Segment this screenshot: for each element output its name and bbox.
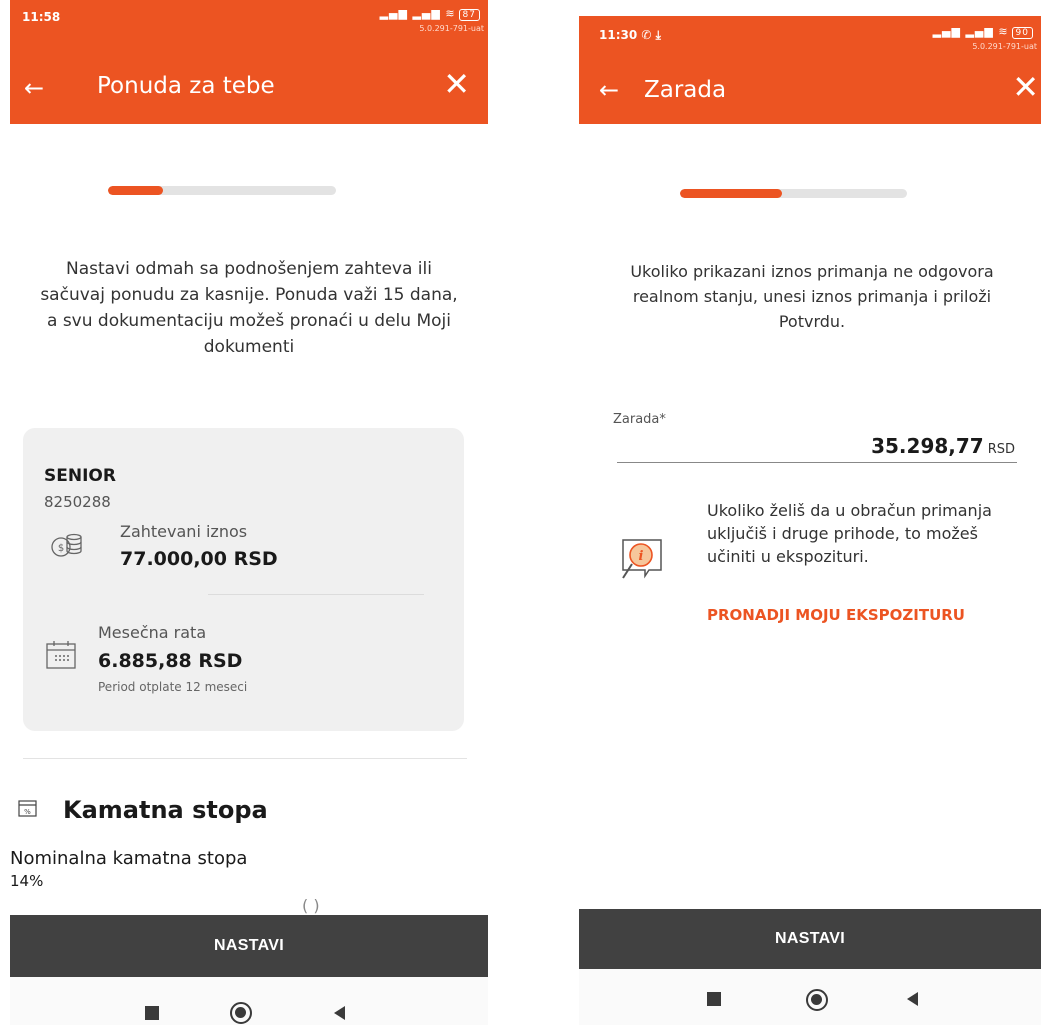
product-name: SENIOR — [44, 466, 116, 486]
requested-amount-label: Zahtevani iznos — [120, 522, 248, 541]
nominal-rate-value: 14% — [10, 872, 44, 890]
step-progress-fill — [108, 186, 163, 195]
monthly-installment-label: Mesečna rata — [98, 623, 207, 642]
info-magnifier-icon: i — [622, 539, 662, 579]
calendar-icon — [46, 641, 76, 669]
status-time: 11:58 — [22, 10, 61, 24]
salary-value: 35.298,77 — [871, 434, 984, 458]
nav-back-icon[interactable] — [907, 992, 918, 1006]
battery-icon: 87 — [458, 9, 480, 21]
product-code: 8250288 — [44, 493, 111, 511]
svg-text:%: % — [24, 808, 31, 816]
app-bar: 11:58 ▂▄▆ ▂▄▆ ≋ 87 5.0.291-791-uat ← Ponu… — [10, 0, 488, 124]
home-icon[interactable] — [806, 989, 828, 1011]
salary-field-label: Zarada* — [613, 412, 666, 427]
app-version: 5.0.291-791-uat — [972, 42, 1037, 51]
page-title: Ponuda za tebe — [97, 73, 275, 99]
offer-screen: 11:58 ▂▄▆ ▂▄▆ ≋ 87 5.0.291-791-uat ← Ponu… — [10, 0, 488, 1025]
system-nav-bar — [579, 969, 1041, 1025]
salary-field-underline — [617, 462, 1017, 463]
svg-text:i: i — [639, 549, 644, 564]
system-nav-bar — [10, 977, 488, 1025]
intro-text: Ukoliko prikazani iznos primanja ne odgo… — [630, 262, 994, 331]
status-icons: ▂▄▆ ▂▄▆ ≋ 87 — [380, 7, 480, 21]
page-title: Zarada — [644, 77, 727, 103]
repayment-period: Period otplate 12 meseci — [98, 680, 248, 694]
app-version: 5.0.291-791-uat — [419, 24, 484, 33]
step-progress — [108, 186, 336, 195]
back-arrow-icon[interactable]: ← — [599, 78, 619, 102]
salary-field[interactable]: 35.298,77 RSD — [871, 434, 1015, 458]
intro-text: Nastavi odmah sa podnošenjem zahteva ili… — [40, 259, 458, 357]
section-divider — [23, 758, 467, 759]
continue-button[interactable]: NASTAVI — [10, 915, 488, 977]
card-divider — [208, 594, 424, 595]
offer-card: SENIOR 8250288 $ Zahtevani iznos 77.000,… — [23, 428, 464, 731]
recent-apps-icon[interactable] — [707, 992, 721, 1006]
continue-button[interactable]: NASTAVI — [579, 909, 1041, 969]
close-icon[interactable]: ✕ — [443, 68, 470, 100]
status-time: 11:30 ✆ ⤓ — [599, 28, 661, 42]
nominal-rate-label: Nominalna kamatna stopa — [10, 848, 248, 869]
interest-section-title: Kamatna stopa — [63, 796, 268, 824]
info-text: Ukoliko želiš da u obračun primanja uklj… — [707, 501, 992, 566]
battery-icon: 90 — [1011, 27, 1033, 39]
app-bar: 11:30 ✆ ⤓ ▂▄▆ ▂▄▆ ≋ 90 5.0.291-791-uat ← … — [579, 16, 1041, 124]
requested-amount-value: 77.000,00 RSD — [120, 548, 278, 570]
percent-calendar-icon: % — [18, 800, 37, 817]
close-icon[interactable]: ✕ — [1012, 71, 1039, 103]
step-progress — [680, 189, 907, 198]
recent-apps-icon[interactable] — [145, 1006, 159, 1020]
salary-screen: 11:30 ✆ ⤓ ▂▄▆ ▂▄▆ ≋ 90 5.0.291-791-uat ← … — [579, 16, 1041, 1025]
scroll-peek-text: ( ) — [302, 896, 320, 915]
coins-icon: $ — [51, 533, 82, 557]
status-icons: ▂▄▆ ▂▄▆ ≋ 90 — [933, 25, 1033, 39]
salary-currency: RSD — [987, 442, 1015, 457]
monthly-installment-value: 6.885,88 RSD — [98, 650, 243, 672]
back-arrow-icon[interactable]: ← — [24, 76, 44, 100]
nav-back-icon[interactable] — [334, 1006, 345, 1020]
home-icon[interactable] — [230, 1002, 252, 1024]
find-branch-link[interactable]: PRONADJI MOJU EKSPOZITURU — [707, 606, 965, 624]
step-progress-fill — [680, 189, 783, 198]
svg-text:$: $ — [58, 543, 64, 554]
